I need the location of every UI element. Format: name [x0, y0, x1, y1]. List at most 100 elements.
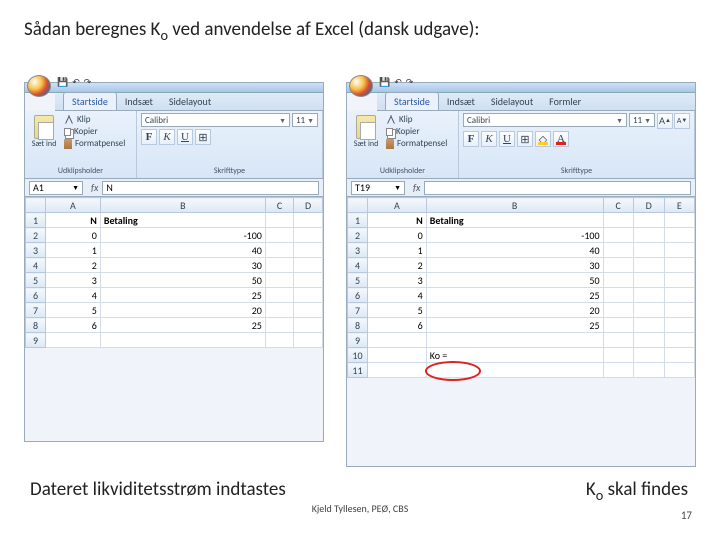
font-size-combo[interactable]: 11▼: [292, 113, 318, 127]
col-header-d[interactable]: D: [294, 198, 323, 213]
cell[interactable]: [294, 318, 323, 333]
cell[interactable]: [294, 228, 323, 243]
row-header[interactable]: 3: [348, 243, 368, 258]
cell[interactable]: 3: [368, 273, 427, 288]
cell[interactable]: [664, 363, 694, 378]
cell[interactable]: [664, 213, 694, 228]
font-name-combo[interactable]: Calibri▼: [463, 113, 627, 127]
cell[interactable]: [603, 258, 633, 273]
underline-button[interactable]: U: [499, 131, 515, 147]
cell[interactable]: 40: [426, 243, 603, 258]
cell[interactable]: 50: [100, 273, 265, 288]
cell[interactable]: [368, 348, 427, 363]
cell[interactable]: 25: [426, 318, 603, 333]
cell[interactable]: 0: [46, 228, 101, 243]
cell[interactable]: [633, 213, 664, 228]
cell[interactable]: [664, 318, 694, 333]
name-box[interactable]: T19▼: [351, 181, 405, 195]
col-header-a[interactable]: A: [368, 198, 427, 213]
cell[interactable]: 25: [426, 288, 603, 303]
cell[interactable]: [603, 363, 633, 378]
cell[interactable]: 20: [426, 303, 603, 318]
cell[interactable]: [633, 333, 664, 348]
font-color-button[interactable]: A: [553, 131, 569, 147]
cell[interactable]: [603, 213, 633, 228]
underline-button[interactable]: U: [177, 129, 193, 145]
row-header[interactable]: 3: [26, 243, 46, 258]
cell[interactable]: 6: [46, 318, 101, 333]
cell[interactable]: [265, 228, 293, 243]
col-header-a[interactable]: A: [46, 198, 101, 213]
cell[interactable]: [294, 303, 323, 318]
cell[interactable]: [294, 273, 323, 288]
bold-button[interactable]: F: [463, 131, 479, 147]
paste-button[interactable]: Sæt ind: [351, 113, 381, 149]
cell[interactable]: [46, 333, 101, 348]
cell[interactable]: [633, 288, 664, 303]
bold-button[interactable]: F: [141, 129, 157, 145]
quick-access-toolbar[interactable]: 💾↶↷: [55, 77, 93, 88]
cell[interactable]: [633, 318, 664, 333]
cell[interactable]: [633, 303, 664, 318]
cell[interactable]: [265, 318, 293, 333]
row-header[interactable]: 5: [26, 273, 46, 288]
name-box[interactable]: A1▼: [29, 181, 83, 195]
col-header-b[interactable]: B: [426, 198, 603, 213]
row-header[interactable]: 9: [348, 333, 368, 348]
paste-button[interactable]: Sæt ind: [29, 113, 59, 149]
col-header-d[interactable]: D: [633, 198, 664, 213]
tab-indsaet[interactable]: Indsæt: [439, 93, 483, 110]
cell[interactable]: 4: [368, 288, 427, 303]
row-header[interactable]: 9: [26, 333, 46, 348]
cell[interactable]: [633, 348, 664, 363]
cell[interactable]: 20: [100, 303, 265, 318]
row-header[interactable]: 5: [348, 273, 368, 288]
tab-startside[interactable]: Startside: [63, 92, 117, 110]
cut-button[interactable]: Klip: [64, 114, 125, 125]
tab-startside[interactable]: Startside: [385, 92, 439, 110]
row-header[interactable]: 8: [26, 318, 46, 333]
border-button[interactable]: ⊞: [517, 131, 533, 147]
format-painter-button[interactable]: Formatpensel: [386, 138, 447, 149]
cell[interactable]: [368, 333, 427, 348]
cell[interactable]: [603, 288, 633, 303]
cell[interactable]: 4: [46, 288, 101, 303]
cell[interactable]: N: [46, 213, 101, 228]
col-header-e[interactable]: E: [664, 198, 694, 213]
cell[interactable]: 3: [46, 273, 101, 288]
cell[interactable]: [664, 273, 694, 288]
cell[interactable]: 40: [100, 243, 265, 258]
cell[interactable]: Betaling: [100, 213, 265, 228]
cell[interactable]: [265, 243, 293, 258]
office-button-icon[interactable]: [27, 75, 51, 97]
row-header[interactable]: 4: [26, 258, 46, 273]
copy-button[interactable]: Kopier: [386, 126, 447, 137]
formula-input[interactable]: [424, 181, 691, 195]
cell[interactable]: [294, 333, 323, 348]
formula-input[interactable]: N: [102, 181, 319, 195]
col-header-c[interactable]: C: [603, 198, 633, 213]
row-header[interactable]: 4: [348, 258, 368, 273]
row-header[interactable]: 2: [26, 228, 46, 243]
cell[interactable]: [664, 258, 694, 273]
cell[interactable]: [633, 243, 664, 258]
cell[interactable]: [426, 333, 603, 348]
cell[interactable]: 25: [100, 288, 265, 303]
cell[interactable]: [664, 303, 694, 318]
row-header[interactable]: 10: [348, 348, 368, 363]
cell[interactable]: [265, 273, 293, 288]
cell[interactable]: [603, 243, 633, 258]
col-header-c[interactable]: C: [265, 198, 293, 213]
cell[interactable]: 50: [426, 273, 603, 288]
cell[interactable]: [633, 363, 664, 378]
tab-sidelayout[interactable]: Sidelayout: [483, 93, 541, 110]
cell[interactable]: -100: [100, 228, 265, 243]
cell[interactable]: [664, 243, 694, 258]
cell[interactable]: [265, 213, 293, 228]
cell[interactable]: 1: [46, 243, 101, 258]
worksheet[interactable]: A B C D E 1NBetaling 20-100 3140 4230 53…: [347, 197, 695, 378]
row-header[interactable]: 6: [348, 288, 368, 303]
cell[interactable]: 1: [368, 243, 427, 258]
grow-font-button[interactable]: A▲: [657, 113, 673, 129]
cell[interactable]: 6: [368, 318, 427, 333]
